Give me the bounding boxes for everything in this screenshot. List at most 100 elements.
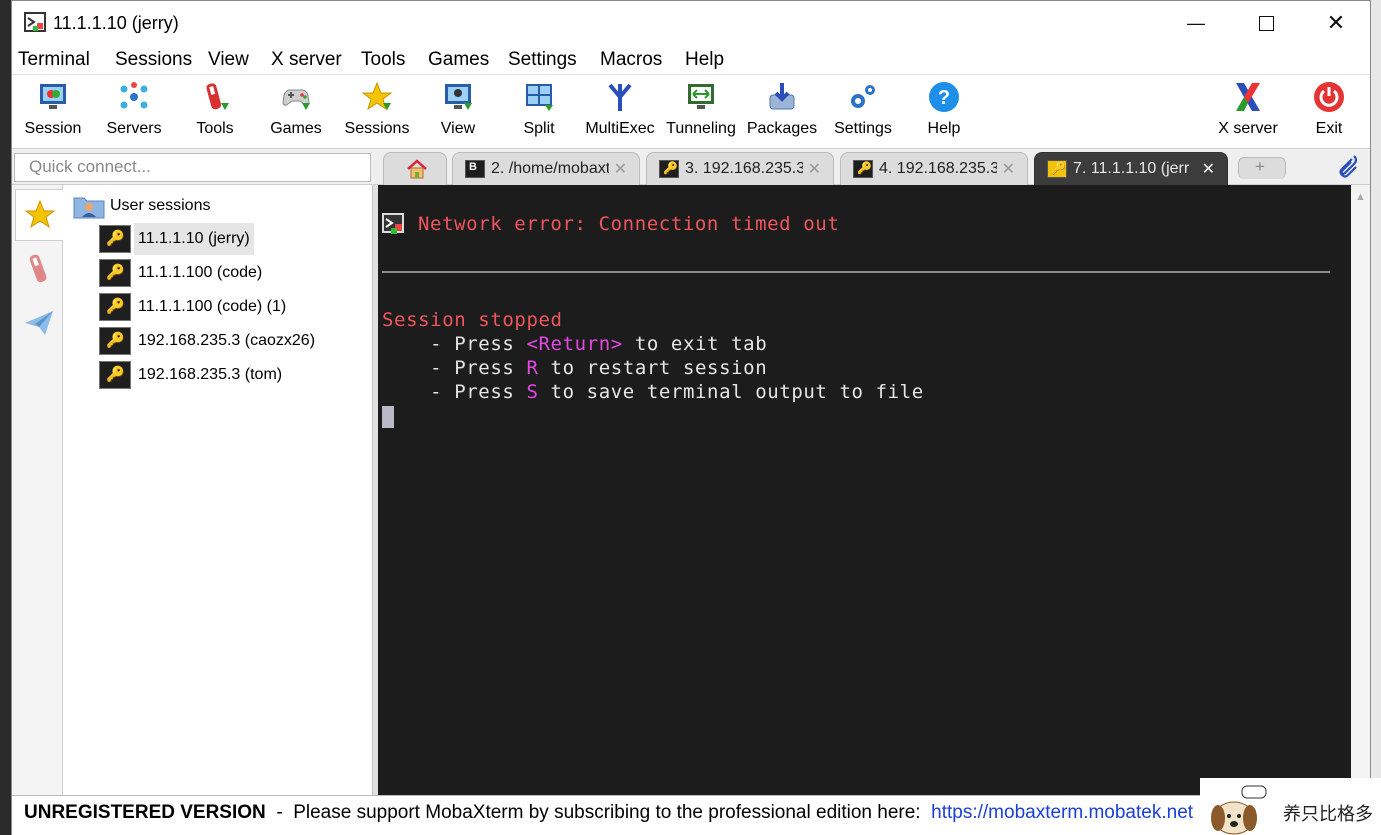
unregistered-label: UNREGISTERED VERSION (24, 802, 266, 823)
svg-text:?: ? (938, 87, 950, 109)
session-stopped-text: Session stopped (382, 309, 563, 331)
power-icon (1314, 82, 1344, 112)
star-icon (24, 199, 55, 229)
attachment-icon[interactable] (1334, 153, 1358, 179)
star-icon (361, 81, 393, 111)
close-tab-icon[interactable]: ✕ (1002, 159, 1015, 179)
multiexec-button[interactable]: MultiExec (579, 76, 661, 148)
session-icon (40, 84, 66, 109)
window-title: 11.1.1.10 (jerry) (53, 13, 179, 33)
terminal-scrollbar[interactable]: ▲ ▼ (1351, 185, 1370, 795)
session-button[interactable]: Session (12, 76, 94, 148)
watermark-text: 养只比格多 (1283, 804, 1373, 824)
menu-help[interactable]: Help (685, 49, 724, 71)
gamepad-icon (282, 89, 310, 110)
sessions-panel: User sessions 🔑 11.1.1.10 (jerry) 🔑 11.1… (64, 185, 373, 795)
close-tab-icon[interactable]: ✕ (808, 159, 821, 179)
beagle-logo-icon (1211, 785, 1267, 835)
menu-bar: Terminal Sessions View X server Tools Ga… (12, 45, 1370, 75)
menu-x-server[interactable]: X server (271, 49, 342, 71)
menu-view[interactable]: View (208, 49, 249, 71)
settings-button[interactable]: Settings (822, 76, 904, 148)
maximize-button[interactable] (1231, 1, 1301, 45)
terminal-area[interactable]: Network error: Connection timed out Sess… (378, 185, 1351, 795)
key-icon: 🔑 (1047, 160, 1067, 178)
terminal-icon: B (465, 160, 485, 178)
exit-button[interactable]: Exit (1288, 76, 1370, 148)
key-icon: 🔑 (99, 259, 131, 287)
sessions-button[interactable]: Sessions (336, 76, 418, 148)
menu-games[interactable]: Games (428, 49, 489, 71)
key-icon: 🔑 (99, 225, 131, 253)
tools-button[interactable]: Tools (174, 76, 256, 148)
minimize-button[interactable]: — (1161, 1, 1231, 45)
menu-sessions[interactable]: Sessions (115, 49, 192, 71)
terminal-divider (382, 271, 1330, 273)
sessions-side-tab[interactable] (15, 189, 63, 241)
session-item[interactable]: 🔑 192.168.235.3 (caozx26) (99, 325, 359, 357)
menu-tools[interactable]: Tools (361, 49, 405, 71)
scroll-up-icon[interactable]: ▲ (1355, 191, 1366, 203)
x-server-button[interactable]: X server (1207, 76, 1289, 148)
tunneling-icon (688, 84, 714, 109)
servers-icon (120, 82, 148, 109)
session-item[interactable]: 🔑 11.1.1.100 (code) (99, 257, 359, 289)
key-icon: 🔑 (99, 361, 131, 389)
plus-icon: + (1255, 157, 1265, 176)
menu-terminal[interactable]: Terminal (18, 49, 90, 71)
help-button[interactable]: ? Help (903, 76, 985, 148)
mobaxterm-logo-icon (382, 213, 404, 234)
home-icon (407, 159, 427, 179)
help-icon: ? (929, 82, 959, 112)
menu-settings[interactable]: Settings (508, 49, 577, 71)
close-tab-icon[interactable]: ✕ (1202, 159, 1215, 179)
tab-11-1-1-10-jerry[interactable]: 🔑 7. 11.1.1.10 (jerry) ✕ (1034, 152, 1228, 185)
title-bar: 11.1.1.10 (jerry) — ✕ (12, 1, 1370, 45)
session-item[interactable]: 🔑 192.168.235.3 (tom) (99, 359, 359, 391)
instruction-return: - Press <Return> to exit tab (382, 333, 768, 355)
close-tab-icon[interactable]: ✕ (614, 159, 627, 179)
tab-192-168-235-3-tom[interactable]: 🔑 4. 192.168.235.3 (tom) ✕ (840, 152, 1028, 185)
instruction-restart: - Press R to restart session (382, 357, 768, 379)
menu-macros[interactable]: Macros (600, 49, 662, 71)
packages-icon (769, 83, 795, 110)
games-button[interactable]: Games (255, 76, 337, 148)
view-icon (445, 84, 472, 110)
quick-connect-input[interactable]: Quick connect... (14, 153, 371, 182)
status-bar: UNREGISTERED VERSION - Please support Mo… (12, 795, 1370, 835)
key-icon: 🔑 (99, 327, 131, 355)
session-item[interactable]: 🔑 11.1.1.100 (code) (1) (99, 291, 359, 323)
servers-button[interactable]: Servers (93, 76, 175, 148)
new-tab-button[interactable]: + (1238, 157, 1286, 179)
tools-side-tab[interactable] (15, 243, 63, 295)
split-icon (526, 84, 553, 111)
home-tab[interactable] (383, 152, 447, 185)
packages-button[interactable]: Packages (741, 76, 823, 148)
toolbar: Session Servers Tools Games Sessions Vie… (12, 76, 1370, 149)
sidebar-strip (12, 185, 63, 795)
watermark: 养只比格多 (1200, 778, 1381, 835)
tools-icon (29, 254, 47, 283)
folder-user-icon (73, 197, 105, 219)
subscription-link[interactable]: https://mobaxterm.mobatek.net (931, 802, 1193, 823)
tab-192-168-235-3-caozx26[interactable]: 🔑 3. 192.168.235.3 (caozx26) ✕ (646, 152, 834, 185)
tools-icon (206, 83, 229, 110)
session-item[interactable]: 🔑 11.1.1.10 (jerry) (99, 223, 359, 255)
network-error-text: Network error: Connection timed out (418, 213, 840, 235)
terminal-cursor (382, 406, 394, 428)
sftp-side-tab[interactable] (15, 297, 63, 349)
close-window-button[interactable]: ✕ (1301, 1, 1371, 45)
split-button[interactable]: Split (498, 76, 580, 148)
tunneling-button[interactable]: Tunneling (660, 76, 742, 148)
instruction-save: - Press S to save terminal output to fil… (382, 381, 924, 403)
support-message: Please support MobaXterm by subscribing … (293, 802, 932, 823)
key-icon: 🔑 (853, 160, 873, 178)
gear-icon (851, 85, 875, 108)
multiexec-icon (608, 83, 632, 111)
x-server-icon (1236, 83, 1260, 111)
view-button[interactable]: View (417, 76, 499, 148)
tab-home-mobaxterm[interactable]: B 2. /home/mobaxterm ✕ (452, 152, 640, 185)
tab-bar: Quick connect... B 2. /home/mobaxterm ✕ … (12, 149, 1370, 185)
key-icon: 🔑 (659, 160, 679, 178)
paper-plane-icon (25, 311, 53, 335)
